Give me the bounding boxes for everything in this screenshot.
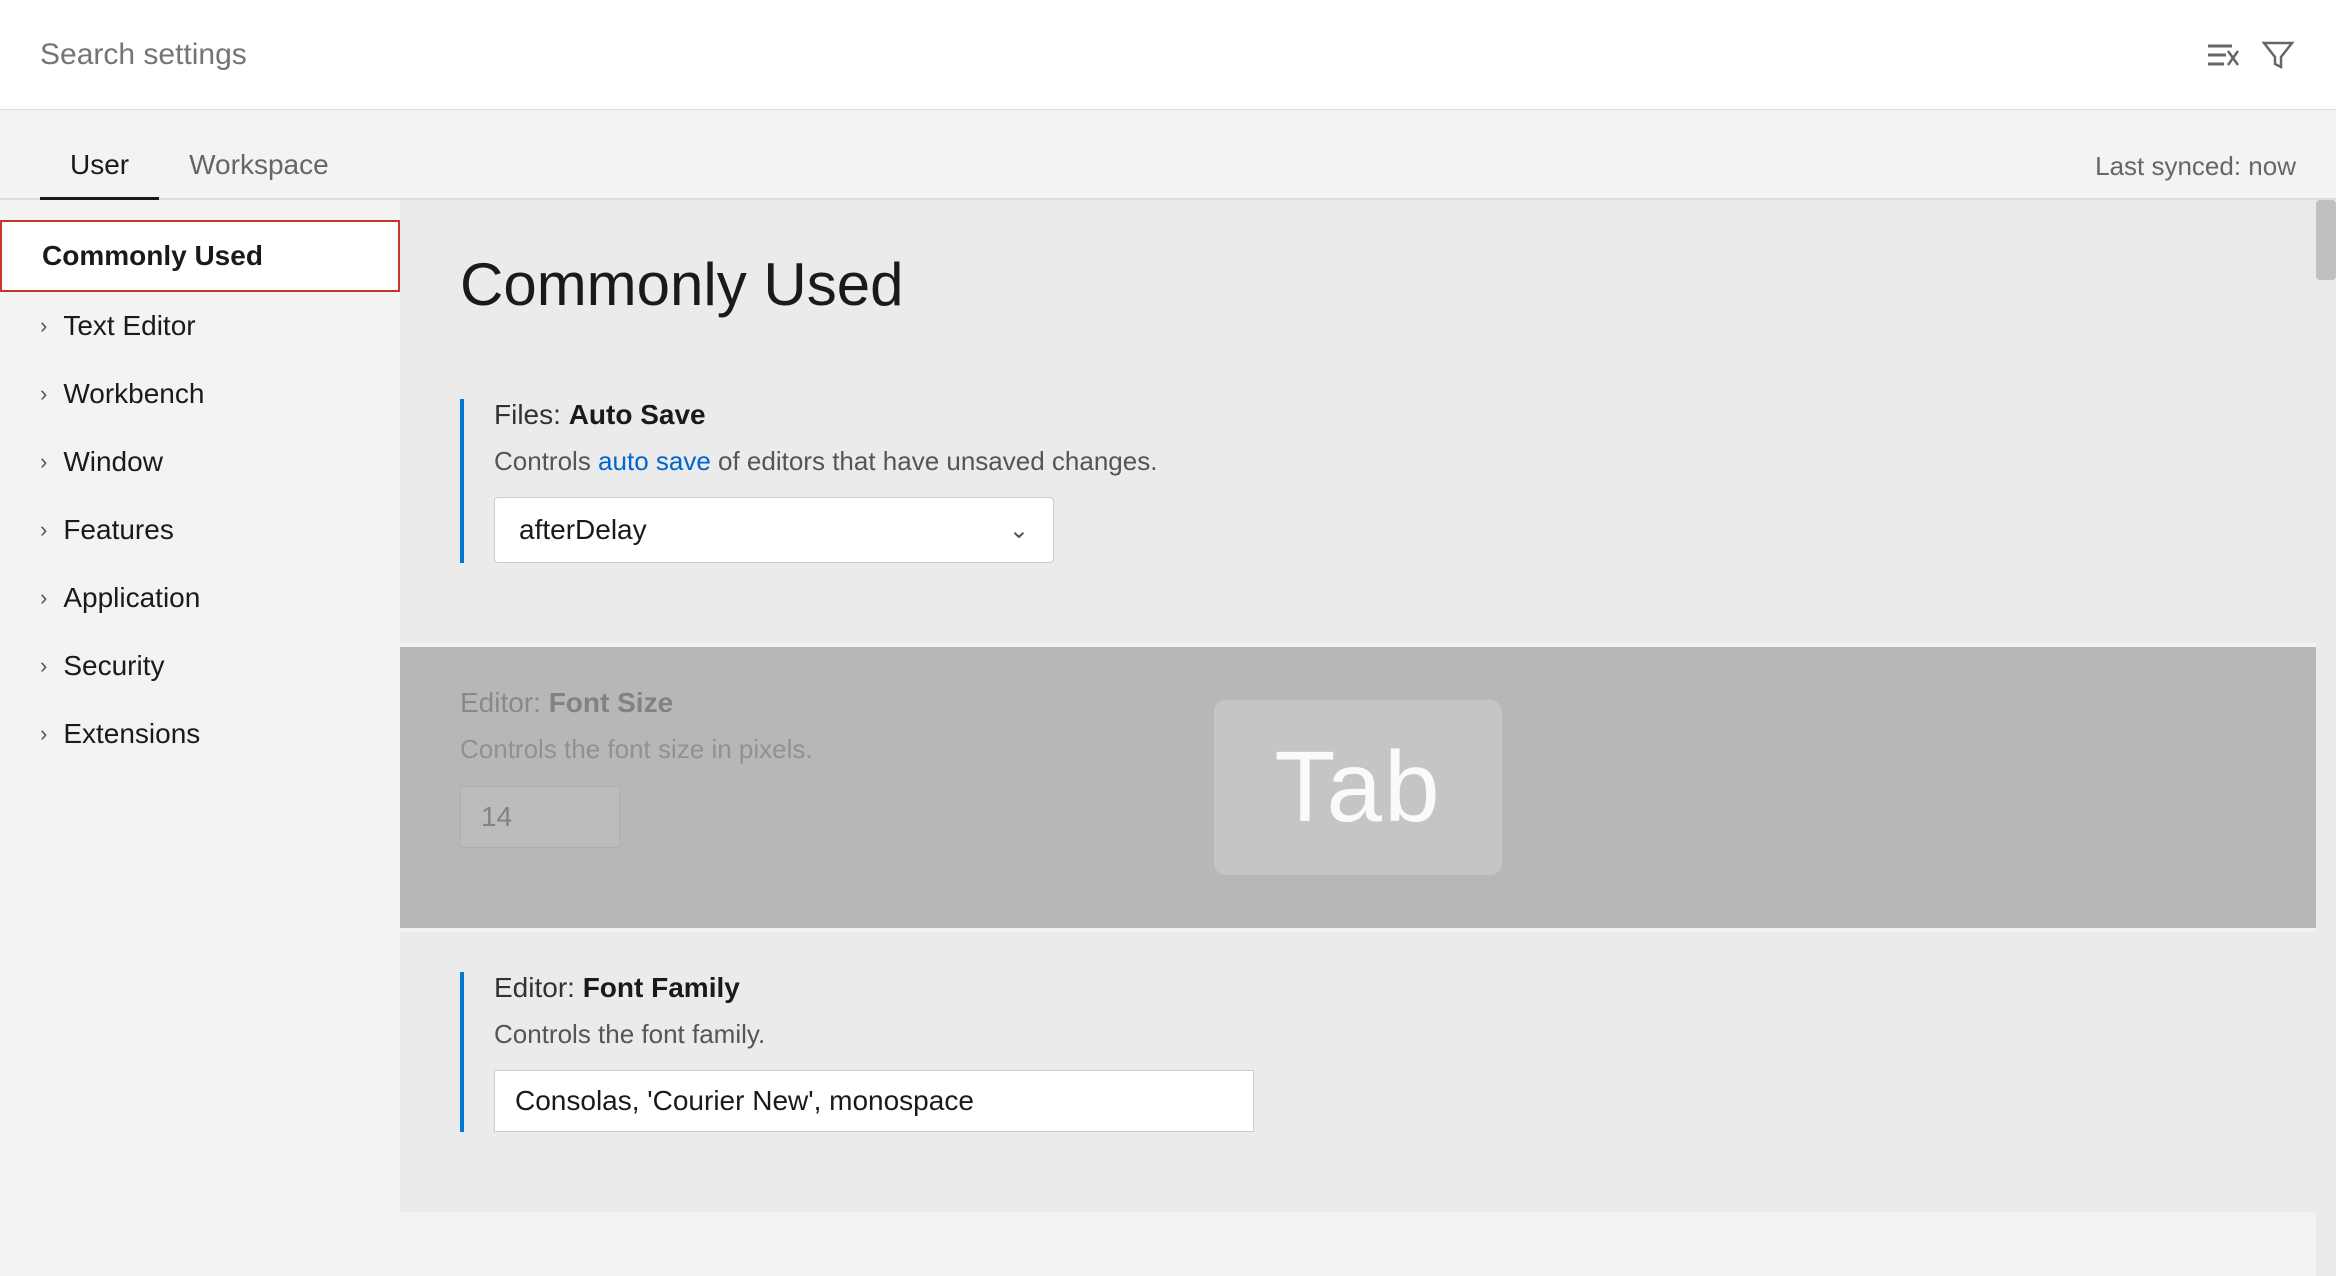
sidebar-item-label: Security <box>63 650 164 682</box>
sidebar-item-workbench[interactable]: › Workbench <box>0 360 400 428</box>
sidebar-item-label: Extensions <box>63 718 200 750</box>
auto-save-section: Files: Auto Save Controls auto save of e… <box>400 359 2316 643</box>
sidebar-item-label: Workbench <box>63 378 204 410</box>
main-content: Commonly Used › Text Editor › Workbench … <box>0 200 2336 1276</box>
font-size-label-bold: Font Size <box>549 687 673 718</box>
content-header: Commonly Used <box>400 200 2316 359</box>
chevron-right-icon: › <box>40 381 47 407</box>
sidebar-item-label: Window <box>63 446 163 478</box>
sidebar-item-label: Text Editor <box>63 310 195 342</box>
auto-save-desc-prefix: Controls <box>494 446 598 476</box>
tabs-bar: User Workspace Last synced: now <box>0 110 2336 200</box>
font-family-input[interactable] <box>494 1070 1254 1132</box>
search-actions <box>2204 37 2296 73</box>
chevron-right-icon: › <box>40 653 47 679</box>
chevron-down-icon: ⌄ <box>1009 516 1029 545</box>
sidebar-item-features[interactable]: › Features <box>0 496 400 564</box>
search-input[interactable] <box>40 38 2204 72</box>
font-size-section: Editor: Font Size Controls the font size… <box>400 647 2316 927</box>
auto-save-select-value: afterDelay <box>519 514 647 546</box>
auto-save-description: Controls auto save of editors that have … <box>494 443 2256 479</box>
sidebar: Commonly Used › Text Editor › Workbench … <box>0 200 400 1276</box>
font-size-label-prefix: Editor: <box>460 687 549 718</box>
font-family-section: Editor: Font Family Controls the font fa… <box>400 932 2316 1212</box>
auto-save-label: Files: Auto Save <box>494 399 2256 431</box>
sidebar-item-label: Application <box>63 582 200 614</box>
overlay-section: Editor: Font Size Controls the font size… <box>400 647 2316 927</box>
auto-save-label-prefix: Files: <box>494 399 569 430</box>
page-title: Commonly Used <box>460 250 2256 319</box>
chevron-right-icon: › <box>40 517 47 543</box>
font-family-label-prefix: Editor: <box>494 972 583 1003</box>
tab-user[interactable]: User <box>40 133 159 200</box>
settings-page: User Workspace Last synced: now Commonly… <box>0 0 2336 1276</box>
chevron-right-icon: › <box>40 585 47 611</box>
font-size-label: Editor: Font Size <box>460 687 2256 719</box>
font-size-input[interactable] <box>460 786 620 848</box>
sidebar-item-window[interactable]: › Window <box>0 428 400 496</box>
sidebar-item-security[interactable]: › Security <box>0 632 400 700</box>
chevron-right-icon: › <box>40 449 47 475</box>
content-area: Commonly Used Files: Auto Save Controls … <box>400 200 2316 1276</box>
font-family-setting: Editor: Font Family Controls the font fa… <box>460 972 2256 1132</box>
tabs-left: User Workspace <box>40 110 359 198</box>
sidebar-item-label: Features <box>63 514 174 546</box>
auto-save-label-bold: Auto Save <box>569 399 706 430</box>
sidebar-item-application[interactable]: › Application <box>0 564 400 632</box>
auto-save-select[interactable]: afterDelay ⌄ <box>494 497 1054 563</box>
filter-icon[interactable] <box>2260 37 2296 73</box>
clear-filter-icon[interactable] <box>2204 37 2240 73</box>
sidebar-item-extensions[interactable]: › Extensions <box>0 700 400 768</box>
sidebar-item-text-editor[interactable]: › Text Editor <box>0 292 400 360</box>
font-family-label-bold: Font Family <box>583 972 740 1003</box>
tab-workspace[interactable]: Workspace <box>159 133 359 200</box>
auto-save-desc-suffix: of editors that have unsaved changes. <box>711 446 1158 476</box>
auto-save-setting: Files: Auto Save Controls auto save of e… <box>460 399 2256 563</box>
sidebar-item-commonly-used[interactable]: Commonly Used <box>0 220 400 292</box>
sidebar-item-label: Commonly Used <box>42 240 263 272</box>
auto-save-link[interactable]: auto save <box>598 446 711 476</box>
chevron-right-icon: › <box>40 313 47 339</box>
search-bar <box>0 0 2336 110</box>
scrollbar[interactable] <box>2316 200 2336 1276</box>
font-size-description: Controls the font size in pixels. <box>460 731 2256 767</box>
font-size-setting: Editor: Font Size Controls the font size… <box>460 687 2256 847</box>
font-family-description: Controls the font family. <box>494 1016 2256 1052</box>
chevron-right-icon: › <box>40 721 47 747</box>
font-family-label: Editor: Font Family <box>494 972 2256 1004</box>
last-synced-label: Last synced: now <box>2095 151 2296 198</box>
